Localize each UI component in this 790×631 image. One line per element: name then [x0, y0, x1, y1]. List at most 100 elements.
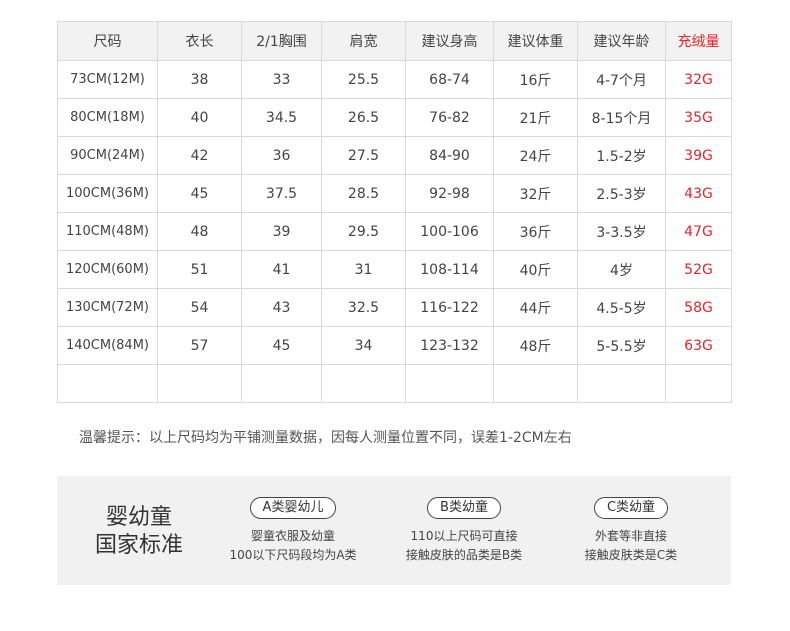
category-a-label: A类婴幼儿 [249, 497, 337, 519]
header-down-fill: 充绒量 [665, 21, 732, 61]
cell-age: 4岁 [577, 250, 666, 289]
category-c-line2: 接触皮肤类是C类 [584, 548, 678, 562]
cell-height: 123-132 [405, 326, 494, 365]
cell-weight: 16斤 [493, 60, 578, 99]
cell-half-chest: 43 [241, 288, 322, 327]
cell-weight: 24斤 [493, 136, 578, 175]
cell-shoulder: 29.5 [321, 212, 406, 251]
standard-title-line2: 国家标准 [94, 533, 183, 558]
category-b-line2: 接触皮肤的品类是B类 [405, 548, 523, 562]
cell-size: 80CM(18M) [57, 98, 158, 137]
cell-age: 8-15个月 [577, 98, 666, 137]
cell-length [157, 364, 242, 403]
cell-height: 76-82 [405, 98, 494, 137]
cell-down-fill: 32G [665, 60, 732, 99]
cell-age [577, 364, 666, 403]
header-weight: 建议体重 [493, 21, 578, 61]
cell-height [405, 364, 494, 403]
cell-length: 51 [157, 250, 242, 289]
cell-length: 45 [157, 174, 242, 213]
cell-down-fill: 63G [665, 326, 732, 365]
cell-size: 140CM(84M) [57, 326, 158, 365]
cell-height: 84-90 [405, 136, 494, 175]
table-row: 130CM(72M) 54 43 32.5 116-122 44斤 4.5-5岁 58G [57, 288, 732, 327]
cell-height: 68-74 [405, 60, 494, 99]
category-c-description: 外套等非直接 接触皮肤类是C类 [536, 527, 726, 565]
cell-down-fill: 35G [665, 98, 732, 137]
cell-age: 5-5.5岁 [577, 326, 666, 365]
category-b-description: 110以上尺码可直接 接触皮肤的品类是B类 [369, 527, 559, 565]
cell-shoulder: 34 [321, 326, 406, 365]
category-c-line1: 外套等非直接 [594, 529, 667, 543]
cell-down-fill [665, 364, 732, 403]
standard-title: 婴幼童 国家标准 [87, 504, 191, 560]
cell-weight: 44斤 [493, 288, 578, 327]
cell-weight: 21斤 [493, 98, 578, 137]
cell-age: 1.5-2岁 [577, 136, 666, 175]
cell-half-chest [241, 364, 322, 403]
standard-category-c: C类幼童 外套等非直接 接触皮肤类是C类 [536, 496, 726, 565]
table-header-row: 尺码 衣长 2/1胸围 肩宽 建议身高 建议体重 建议年龄 充绒量 [57, 21, 732, 61]
cell-size: 73CM(12M) [57, 60, 158, 99]
table-row: 120CM(60M) 51 41 31 108-114 40斤 4岁 52G [57, 250, 732, 289]
cell-half-chest: 41 [241, 250, 322, 289]
cell-size: 100CM(36M) [57, 174, 158, 213]
cell-down-fill: 52G [665, 250, 732, 289]
cell-shoulder: 28.5 [321, 174, 406, 213]
cell-size: 90CM(24M) [57, 136, 158, 175]
category-b-label: B类幼童 [427, 497, 501, 519]
cell-age: 4.5-5岁 [577, 288, 666, 327]
cell-weight: 36斤 [493, 212, 578, 251]
table-row: 90CM(24M) 42 36 27.5 84-90 24斤 1.5-2岁 39G [57, 136, 732, 175]
category-a-line1: 婴童衣服及幼童 [250, 529, 335, 543]
cell-half-chest: 34.5 [241, 98, 322, 137]
header-half-chest: 2/1胸围 [241, 21, 322, 61]
cell-length: 48 [157, 212, 242, 251]
cell-height: 108-114 [405, 250, 494, 289]
header-shoulder: 肩宽 [321, 21, 406, 61]
cell-length: 57 [157, 326, 242, 365]
cell-down-fill: 47G [665, 212, 732, 251]
cell-half-chest: 45 [241, 326, 322, 365]
cell-length: 54 [157, 288, 242, 327]
cell-down-fill: 39G [665, 136, 732, 175]
table-row [57, 364, 732, 403]
cell-weight: 32斤 [493, 174, 578, 213]
cell-shoulder: 26.5 [321, 98, 406, 137]
category-a-line2: 100以下尺码段均为A类 [229, 548, 357, 562]
cell-height: 100-106 [405, 212, 494, 251]
cell-half-chest: 33 [241, 60, 322, 99]
header-age: 建议年龄 [577, 21, 666, 61]
cell-length: 42 [157, 136, 242, 175]
cell-height: 116-122 [405, 288, 494, 327]
header-height: 建议身高 [405, 21, 494, 61]
cell-length: 40 [157, 98, 242, 137]
cell-shoulder: 27.5 [321, 136, 406, 175]
cell-size: 120CM(60M) [57, 250, 158, 289]
table-body: 73CM(12M) 38 33 25.5 68-74 16斤 4-7个月 32G 80CM(18… [57, 60, 732, 403]
national-standard-panel: 婴幼童 国家标准 A类婴幼儿 婴童衣服及幼童 100以下尺码段均为A类 B类幼童… [57, 476, 731, 585]
cell-down-fill: 58G [665, 288, 732, 327]
cell-shoulder: 25.5 [321, 60, 406, 99]
cell-half-chest: 37.5 [241, 174, 322, 213]
size-note: 温馨提示：以上尺码均为平铺测量数据，因每人测量位置不同，误差1-2CM左右 [79, 430, 572, 446]
table-row: 73CM(12M) 38 33 25.5 68-74 16斤 4-7个月 32G [57, 60, 732, 99]
table-row: 110CM(48M) 48 39 29.5 100-106 36斤 3-3.5岁 47G [57, 212, 732, 251]
standard-title-line1: 婴幼童 [105, 505, 172, 530]
cell-length: 38 [157, 60, 242, 99]
cell-weight [493, 364, 578, 403]
table-row: 140CM(84M) 57 45 34 123-132 48斤 5-5.5岁 63G [57, 326, 732, 365]
size-table: 尺码 衣长 2/1胸围 肩宽 建议身高 建议体重 建议年龄 充绒量 73CM(1… [57, 21, 732, 403]
cell-half-chest: 36 [241, 136, 322, 175]
cell-half-chest: 39 [241, 212, 322, 251]
cell-down-fill: 43G [665, 174, 732, 213]
cell-height: 92-98 [405, 174, 494, 213]
table-row: 80CM(18M) 40 34.5 26.5 76-82 21斤 8-15个月 35G [57, 98, 732, 137]
cell-shoulder [321, 364, 406, 403]
header-length: 衣长 [157, 21, 242, 61]
cell-weight: 40斤 [493, 250, 578, 289]
cell-shoulder: 32.5 [321, 288, 406, 327]
category-a-description: 婴童衣服及幼童 100以下尺码段均为A类 [198, 527, 388, 565]
category-b-line1: 110以上尺码可直接 [410, 529, 518, 543]
cell-size: 130CM(72M) [57, 288, 158, 327]
